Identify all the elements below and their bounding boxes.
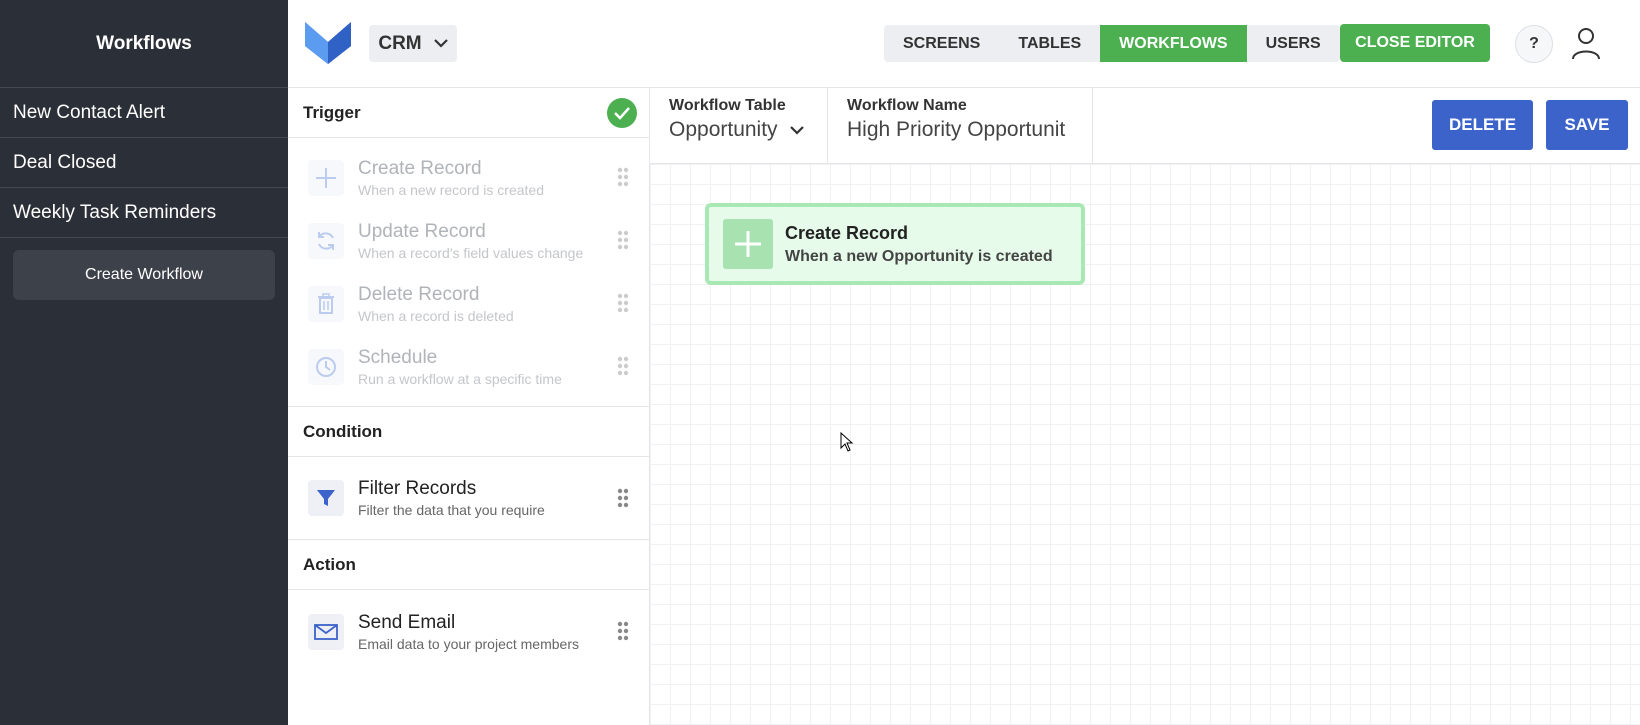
sidebar-title: Workflows: [0, 0, 288, 88]
drag-handle-icon[interactable]: [617, 356, 629, 376]
node-subtitle: When a record's field values change: [358, 244, 584, 261]
node-subtitle: When a record is deleted: [358, 307, 514, 324]
node-subtitle: Filter the data that you require: [358, 502, 545, 518]
workflow-name-input[interactable]: High Priority Opportunit: [847, 118, 1073, 142]
delete-button[interactable]: DELETE: [1432, 100, 1533, 150]
tab-users[interactable]: USERS: [1247, 25, 1340, 62]
node-subtitle: Run a workflow at a specific time: [358, 370, 562, 387]
app-selector-dropdown[interactable]: CRM: [369, 25, 457, 62]
node-subtitle: Email data to your project members: [358, 635, 579, 652]
canvas-card-subtitle: When a new Opportunity is created: [785, 247, 1053, 265]
checkmark-icon: [607, 98, 637, 128]
workflow-item-deal-closed[interactable]: Deal Closed: [0, 138, 288, 188]
tab-screens[interactable]: SCREENS: [884, 25, 999, 62]
action-section-header: Action: [288, 540, 649, 590]
chevron-down-icon: [789, 125, 804, 135]
node-palette: Trigger Create Record When a new record …: [288, 88, 650, 725]
workflow-table-label: Workflow Table: [669, 97, 786, 114]
trigger-node-delete-record[interactable]: Delete Record When a record is deleted: [288, 272, 649, 335]
tab-tables[interactable]: TABLES: [999, 25, 1100, 62]
canvas-trigger-card[interactable]: Create Record When a new Opportunity is …: [705, 203, 1085, 285]
funnel-icon: [308, 480, 344, 516]
node-title: Filter Records: [358, 478, 477, 499]
condition-section-title: Condition: [303, 421, 383, 441]
top-bar: CRM SCREENS TABLES WORKFLOWS USERS CLOSE…: [288, 0, 1640, 88]
trigger-node-create-record[interactable]: Create Record When a new record is creat…: [288, 146, 649, 209]
mouse-cursor-icon: [840, 432, 854, 452]
workflow-table-field[interactable]: Workflow Table Opportunity: [650, 88, 828, 164]
action-node-send-email[interactable]: Send Email Email data to your project me…: [288, 600, 649, 663]
drag-handle-icon[interactable]: [617, 621, 629, 641]
app-selector-label: CRM: [378, 32, 422, 54]
node-subtitle: When a new record is created: [358, 181, 544, 198]
tab-workflows[interactable]: WORKFLOWS: [1100, 25, 1247, 62]
workflow-item-weekly-task-reminders[interactable]: Weekly Task Reminders: [0, 188, 288, 238]
drag-handle-icon[interactable]: [617, 167, 629, 187]
action-node-list: Send Email Email data to your project me…: [288, 590, 649, 673]
condition-node-list: Filter Records Filter the data that you …: [288, 457, 649, 540]
node-title: Delete Record: [358, 283, 480, 305]
trigger-node-schedule[interactable]: Schedule Run a workflow at a specific ti…: [288, 335, 649, 398]
workflow-name-field[interactable]: Workflow Name High Priority Opportunit: [828, 88, 1093, 164]
plus-icon: [723, 219, 773, 269]
workflows-sidebar: Workflows New Contact Alert Deal Closed …: [0, 0, 288, 725]
trigger-node-update-record[interactable]: Update Record When a record's field valu…: [288, 209, 649, 272]
clock-icon: [308, 348, 344, 385]
user-profile-icon[interactable]: [1570, 26, 1602, 60]
node-title: Send Email: [358, 611, 456, 633]
mail-icon: [308, 613, 344, 650]
node-title: Update Record: [358, 220, 486, 242]
workflow-name-label: Workflow Name: [847, 97, 967, 114]
trash-icon: [308, 285, 344, 322]
create-workflow-button[interactable]: Create Workflow: [13, 250, 275, 300]
action-section-title: Action: [303, 554, 356, 574]
editor-nav-tabs: SCREENS TABLES WORKFLOWS USERS: [884, 25, 1340, 62]
canvas-card-title: Create Record: [785, 222, 909, 243]
drag-handle-icon[interactable]: [617, 488, 629, 508]
app-logo-icon: [305, 22, 351, 64]
node-title: Create Record: [358, 157, 482, 179]
workflow-table-select[interactable]: Opportunity: [669, 118, 778, 142]
drag-handle-icon[interactable]: [617, 230, 629, 250]
node-title: Schedule: [358, 346, 438, 368]
workflow-editor-header: Workflow Table Opportunity Workflow Name…: [650, 88, 1640, 164]
close-editor-button[interactable]: CLOSE EDITOR: [1340, 24, 1490, 62]
condition-section-header: Condition: [288, 407, 649, 457]
drag-handle-icon[interactable]: [617, 293, 629, 313]
plus-icon: [308, 159, 344, 196]
workflow-item-new-contact-alert[interactable]: New Contact Alert: [0, 88, 288, 138]
condition-node-filter-records[interactable]: Filter Records Filter the data that you …: [288, 467, 649, 530]
workflow-canvas[interactable]: Create Record When a new Opportunity is …: [650, 164, 1640, 725]
trigger-node-list: Create Record When a new record is creat…: [288, 138, 649, 407]
trigger-section-header: Trigger: [288, 88, 649, 138]
save-button[interactable]: SAVE: [1546, 100, 1628, 150]
help-button[interactable]: ?: [1515, 25, 1553, 63]
trigger-section-title: Trigger: [303, 102, 361, 122]
chevron-down-icon: [433, 39, 448, 48]
refresh-icon: [308, 222, 344, 259]
